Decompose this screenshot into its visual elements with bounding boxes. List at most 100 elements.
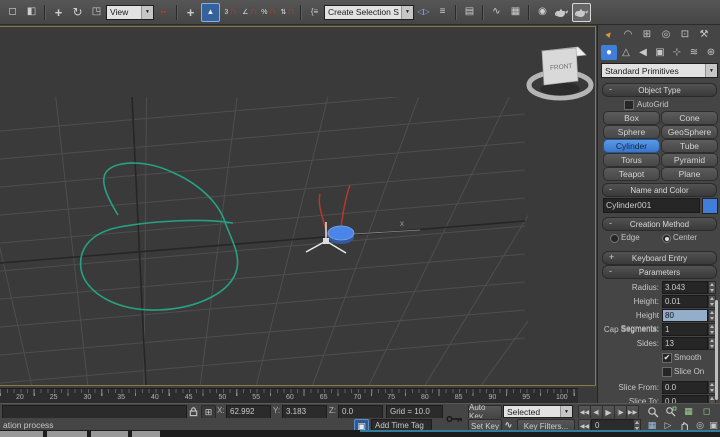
zoom-all-icon[interactable] bbox=[663, 405, 678, 418]
divider bbox=[482, 5, 484, 20]
spacewarps-category-icon[interactable]: ≋ bbox=[686, 45, 702, 60]
height-segments-field[interactable]: 80 bbox=[662, 309, 708, 322]
cone-button[interactable]: Cone bbox=[661, 111, 718, 125]
perspective-viewport[interactable]: x FRONT bbox=[0, 26, 596, 386]
utilities-tab-icon[interactable]: ⚒ bbox=[696, 27, 712, 42]
cylinder-object[interactable] bbox=[328, 226, 354, 240]
layer-manager-icon[interactable]: ▤ bbox=[461, 4, 478, 21]
selection-filter-value: Selected bbox=[507, 407, 540, 417]
align-icon[interactable]: ≡ bbox=[434, 4, 451, 21]
use-pivot-center-icon[interactable]: ▪▪ bbox=[155, 4, 172, 21]
magnet-icon: ∩ bbox=[229, 7, 236, 17]
create-tab-icon[interactable]: ▲ bbox=[598, 25, 620, 45]
dropdown-arrow-icon[interactable]: ▼ bbox=[401, 6, 413, 19]
zoom-region-icon[interactable]: ◻ bbox=[699, 405, 714, 418]
object-color-swatch[interactable] bbox=[702, 198, 718, 214]
torus-button[interactable]: Torus bbox=[603, 153, 660, 167]
panel-scrollbar[interactable] bbox=[715, 300, 718, 400]
slice-on-checkbox[interactable] bbox=[662, 367, 672, 377]
systems-category-icon[interactable]: ⊛ bbox=[703, 45, 719, 60]
3dsmax-window: ◻ ◧ + ↻ ◳ View ▼ ▪▪ + ▲ 3∩ ∠∩ %∩ ⇅∩ {≡ C… bbox=[0, 0, 720, 437]
select-move-icon[interactable]: + bbox=[50, 4, 67, 21]
percent-snap-icon[interactable]: %∩ bbox=[260, 4, 277, 21]
schematic-view-icon[interactable]: ▦ bbox=[507, 4, 524, 21]
viewcube[interactable]: FRONT bbox=[512, 41, 596, 109]
render-setup-icon[interactable] bbox=[553, 4, 570, 21]
rectangular-selection-icon[interactable]: ◻ bbox=[4, 4, 21, 21]
plane-button[interactable]: Plane bbox=[661, 167, 718, 181]
sides-field[interactable]: 13 bbox=[662, 337, 708, 350]
maxscript-mini-listener[interactable] bbox=[2, 405, 187, 419]
keyboard-entry-rollout[interactable]: + Keyboard Entry bbox=[602, 251, 717, 265]
timeline-ruler[interactable]: 20253035404550556065707580859095100 bbox=[0, 388, 578, 403]
rollout-expander: - bbox=[609, 218, 612, 228]
cylinder-button[interactable]: Cylinder bbox=[603, 139, 660, 153]
mirror-icon[interactable]: ◁▷ bbox=[415, 4, 432, 21]
select-manipulate-icon[interactable]: + bbox=[182, 4, 199, 21]
set-key-mode-icon[interactable] bbox=[446, 406, 464, 432]
creation-method-rollout[interactable]: - Creation Method bbox=[602, 217, 717, 231]
selection-lock-icon[interactable] bbox=[187, 405, 200, 418]
zoom-icon[interactable] bbox=[645, 405, 660, 418]
lights-category-icon[interactable]: ◀ bbox=[635, 45, 651, 60]
buffer-block bbox=[91, 431, 128, 437]
modify-tab-icon[interactable]: ◠ bbox=[620, 27, 636, 42]
angle-snap-icon[interactable]: ∠∩ bbox=[241, 4, 258, 21]
parameters-rollout[interactable]: - Parameters bbox=[602, 265, 717, 279]
edit-named-selection-sets-icon[interactable]: {≡ bbox=[306, 4, 323, 21]
geometry-category-icon[interactable]: ● bbox=[601, 45, 617, 60]
teapot-button[interactable]: Teapot bbox=[603, 167, 660, 181]
sphere-button[interactable]: Sphere bbox=[603, 125, 660, 139]
select-scale-icon[interactable]: ◳ bbox=[88, 4, 105, 21]
x-coord-field[interactable]: 62.992 bbox=[226, 405, 271, 419]
geosphere-button[interactable]: GeoSphere bbox=[661, 125, 718, 139]
select-rotate-icon[interactable]: ↻ bbox=[69, 4, 86, 21]
object-name-field[interactable]: Cylinder001 bbox=[603, 198, 700, 213]
window-crossing-icon[interactable]: ◧ bbox=[23, 4, 40, 21]
slice-from-field[interactable]: 0.0 bbox=[662, 381, 708, 394]
spline-object[interactable] bbox=[81, 163, 238, 310]
spinner-snap-icon[interactable]: ⇅∩ bbox=[279, 4, 296, 21]
dropdown-arrow-icon[interactable]: ▼ bbox=[141, 6, 153, 19]
render-production-icon[interactable] bbox=[572, 3, 591, 22]
object-type-rollout[interactable]: - Object Type bbox=[602, 83, 717, 97]
cap-segments-field[interactable]: 1 bbox=[662, 323, 708, 336]
pyramid-button[interactable]: Pyramid bbox=[661, 153, 718, 167]
radius-field[interactable]: 3.043 bbox=[662, 281, 708, 294]
dropdown-arrow-icon[interactable]: ▼ bbox=[560, 406, 572, 417]
hierarchy-tab-icon[interactable]: ⊞ bbox=[639, 27, 655, 42]
spinner-label: ⇅ bbox=[280, 9, 286, 16]
smooth-checkbox[interactable]: ✔ bbox=[662, 353, 672, 363]
y-coord-field[interactable]: 3.183 bbox=[282, 405, 327, 419]
curve-editor-icon[interactable]: ∿ bbox=[488, 4, 505, 21]
rollout-expander: - bbox=[609, 84, 612, 94]
snaps-toggle-icon[interactable]: ▲ bbox=[201, 3, 220, 22]
helpers-category-icon[interactable]: ⊹ bbox=[669, 45, 685, 60]
reference-coordinate-dropdown[interactable]: View ▼ bbox=[106, 5, 154, 20]
radius-spinner[interactable] bbox=[708, 281, 716, 294]
zoom-extents-icon[interactable]: ▦ bbox=[681, 405, 696, 418]
autogrid-checkbox[interactable] bbox=[624, 100, 634, 110]
material-editor-icon[interactable]: ◉ bbox=[534, 4, 551, 21]
viewport-scene: x bbox=[0, 27, 595, 385]
box-button[interactable]: Box bbox=[603, 111, 660, 125]
snap-3d-icon[interactable]: 3∩ bbox=[222, 4, 239, 21]
center-radio[interactable] bbox=[662, 234, 671, 243]
dropdown-arrow-icon[interactable]: ▼ bbox=[705, 64, 717, 77]
slice-to-field[interactable]: 0.0 bbox=[662, 395, 708, 403]
named-selection-sets-dropdown[interactable]: Create Selection Se ▼ bbox=[324, 5, 414, 20]
ruler-label: 25 bbox=[50, 394, 58, 401]
selection-filter-dropdown[interactable]: Selected ▼ bbox=[503, 405, 573, 418]
auto-key-button[interactable]: Auto Key bbox=[468, 405, 502, 419]
shapes-category-icon[interactable]: △ bbox=[618, 45, 634, 60]
go-to-end-button[interactable]: ▶▶ bbox=[626, 405, 639, 419]
display-tab-icon[interactable]: ⊡ bbox=[677, 27, 693, 42]
motion-tab-icon[interactable]: ◎ bbox=[658, 27, 674, 42]
z-coord-field[interactable]: 0.0 bbox=[338, 405, 383, 419]
cameras-category-icon[interactable]: ▣ bbox=[652, 45, 668, 60]
height-field[interactable]: 0.01 bbox=[662, 295, 708, 308]
tube-button[interactable]: Tube bbox=[661, 139, 718, 153]
primitive-category-dropdown[interactable]: Standard Primitives ▼ bbox=[601, 63, 718, 78]
edge-radio[interactable] bbox=[610, 234, 619, 243]
name-color-rollout[interactable]: - Name and Color bbox=[602, 183, 717, 197]
